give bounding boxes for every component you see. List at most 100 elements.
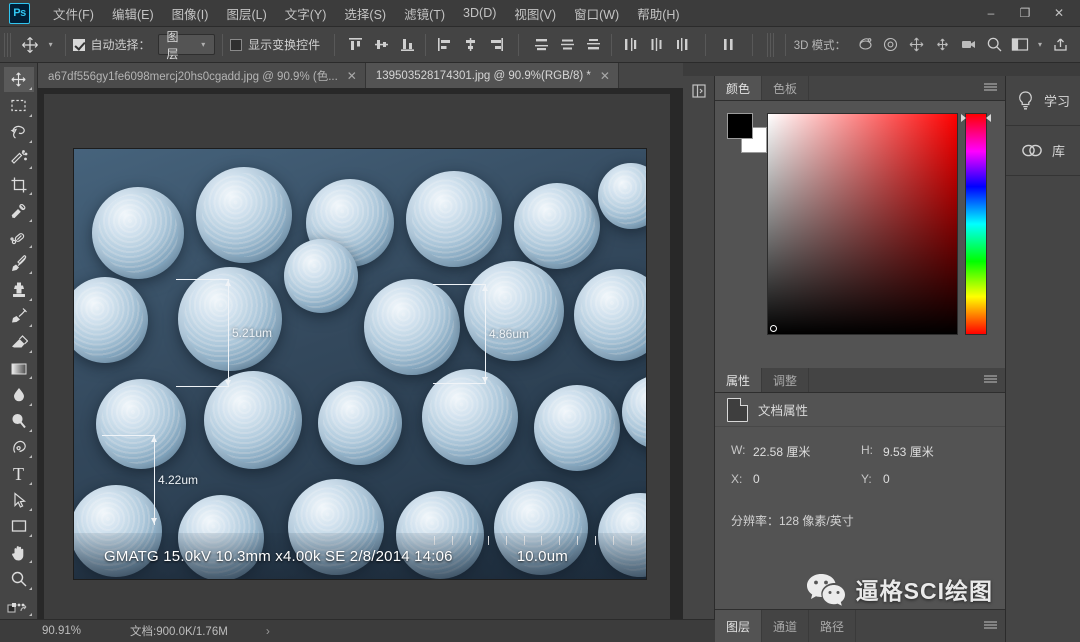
- align-left-edges-icon[interactable]: [431, 33, 457, 57]
- blur-tool[interactable]: [4, 382, 34, 407]
- pen-tool[interactable]: [4, 435, 34, 460]
- path-selection-tool[interactable]: [4, 488, 34, 513]
- share-icon[interactable]: [1047, 33, 1073, 57]
- canvas-area[interactable]: 5.21um 4.86um 4.22um GMATG 15.0kV 10.3mm…: [38, 88, 683, 619]
- auto-select-option[interactable]: 自动选择：: [72, 36, 151, 53]
- panel-menu-icon[interactable]: [984, 621, 997, 631]
- align-right-edges-icon[interactable]: [483, 33, 509, 57]
- move-tool-icon[interactable]: [16, 32, 44, 58]
- distribute-spacing-icon[interactable]: [716, 33, 742, 57]
- align-horizontal-centers-icon[interactable]: [457, 33, 483, 57]
- history-brush-tool[interactable]: [4, 304, 34, 329]
- chevron-down-icon[interactable]: ▾: [1033, 40, 1047, 49]
- color-swatches[interactable]: [727, 113, 767, 153]
- align-vertical-centers-icon[interactable]: [368, 33, 394, 57]
- lasso-tool[interactable]: [4, 120, 34, 145]
- options-bar-grip[interactable]: [4, 32, 13, 57]
- tab-paths[interactable]: 路径: [809, 610, 857, 642]
- distribute-horizontal-centers-icon[interactable]: [643, 33, 669, 57]
- gradient-tool[interactable]: [4, 356, 34, 381]
- tab-swatches[interactable]: 色板: [762, 76, 810, 100]
- distribute-top-edges-icon[interactable]: [528, 33, 554, 57]
- color-picker-marker[interactable]: [770, 325, 777, 332]
- distribute-vertical-centers-icon[interactable]: [554, 33, 580, 57]
- menu-file[interactable]: 文件(F): [44, 0, 103, 27]
- distribute-bottom-edges-icon[interactable]: [580, 33, 606, 57]
- properties-row-size: W: 22.58 厘米 H: 9.53 厘米: [715, 443, 1005, 460]
- camera-3d-icon[interactable]: [955, 33, 981, 57]
- rectangular-marquee-tool[interactable]: [4, 93, 34, 118]
- document-tab-1[interactable]: a67df556gy1fe6098mercj20hs0cgadd.jpg @ 9…: [38, 63, 366, 88]
- auto-select-dropdown[interactable]: 图层 ▾: [157, 30, 216, 61]
- menu-window[interactable]: 窗口(W): [565, 0, 628, 27]
- menu-help[interactable]: 帮助(H): [628, 0, 688, 27]
- dodge-tool[interactable]: [4, 409, 34, 434]
- rail-item-libraries[interactable]: 库: [1006, 126, 1080, 176]
- align-bottom-edges-icon[interactable]: [394, 33, 420, 57]
- menu-edit[interactable]: 编辑(E): [103, 0, 163, 27]
- auto-select-checkbox[interactable]: [72, 39, 85, 51]
- close-button[interactable]: ✕: [1042, 2, 1076, 24]
- menu-type[interactable]: 文字(Y): [276, 0, 336, 27]
- tab-properties[interactable]: 属性: [715, 368, 763, 392]
- menu-image[interactable]: 图像(I): [163, 0, 218, 27]
- roll-3d-icon[interactable]: [878, 33, 904, 57]
- distribute-right-edges-icon[interactable]: [669, 33, 695, 57]
- orbit-3d-icon[interactable]: [852, 33, 878, 57]
- menu-3d[interactable]: 3D(D): [454, 2, 505, 24]
- healing-brush-tool[interactable]: [4, 225, 34, 250]
- y-field[interactable]: Y: 0: [861, 472, 991, 486]
- color-panel: [715, 101, 1005, 368]
- quick-selection-tool[interactable]: [4, 146, 34, 171]
- document-tab-2[interactable]: 139503528174301.jpg @ 90.9%(RGB/8) * ✕: [365, 63, 619, 88]
- eyedropper-tool[interactable]: [4, 198, 34, 223]
- rectangle-tool[interactable]: [4, 514, 34, 539]
- zoom-tool[interactable]: [4, 566, 34, 591]
- status-expand-icon[interactable]: ›: [266, 624, 270, 638]
- tool-preset-chevron-icon[interactable]: ▾: [44, 40, 58, 49]
- menu-view[interactable]: 视图(V): [505, 0, 565, 27]
- maximize-button[interactable]: ❐: [1008, 2, 1042, 24]
- expand-panels-icon[interactable]: [683, 76, 715, 106]
- hue-slider[interactable]: [961, 113, 991, 335]
- panel-menu-icon[interactable]: [984, 375, 997, 385]
- panel-menu-icon[interactable]: [984, 83, 997, 93]
- slide-3d-icon[interactable]: [929, 33, 955, 57]
- clone-stamp-tool[interactable]: [4, 277, 34, 302]
- sem-image[interactable]: 5.21um 4.86um 4.22um GMATG 15.0kV 10.3mm…: [74, 149, 646, 579]
- distribute-left-edges-icon[interactable]: [617, 33, 643, 57]
- close-icon[interactable]: ✕: [600, 69, 610, 83]
- width-field[interactable]: W: 22.58 厘米: [731, 443, 861, 460]
- crop-tool[interactable]: [4, 172, 34, 197]
- document-window[interactable]: 5.21um 4.86um 4.22um GMATG 15.0kV 10.3mm…: [44, 94, 670, 619]
- tab-layers[interactable]: 图层: [715, 610, 763, 642]
- show-transform-checkbox[interactable]: [230, 39, 243, 51]
- show-transform-option[interactable]: 显示变换控件: [230, 36, 320, 53]
- height-field[interactable]: H: 9.53 厘米: [861, 443, 991, 460]
- tab-adjustments[interactable]: 调整: [762, 368, 810, 392]
- brush-tool[interactable]: [4, 251, 34, 276]
- pan-3d-icon[interactable]: [904, 33, 930, 57]
- move-tool[interactable]: [3, 67, 34, 93]
- menu-select[interactable]: 选择(S): [335, 0, 395, 27]
- tab-channels[interactable]: 通道: [762, 610, 810, 642]
- tab-color[interactable]: 颜色: [715, 76, 763, 100]
- workspace-icon[interactable]: [1007, 33, 1033, 57]
- hand-tool[interactable]: [4, 540, 34, 565]
- foreground-color-swatch[interactable]: [727, 113, 753, 139]
- menu-filter[interactable]: 滤镜(T): [395, 0, 454, 27]
- align-top-edges-icon[interactable]: [342, 33, 368, 57]
- rail-item-learn[interactable]: 学习: [1006, 76, 1080, 126]
- options-secondary-grip[interactable]: [766, 32, 776, 57]
- properties-panel-tabs: 属性 调整: [715, 368, 1005, 393]
- divider: [784, 33, 786, 56]
- eraser-tool[interactable]: [4, 330, 34, 355]
- close-icon[interactable]: ✕: [347, 69, 357, 83]
- color-picker-field[interactable]: [767, 113, 958, 335]
- zoom-level[interactable]: 90.91%: [42, 625, 124, 637]
- menu-layer[interactable]: 图层(L): [217, 0, 275, 27]
- x-field[interactable]: X: 0: [731, 472, 861, 486]
- minimize-button[interactable]: –: [974, 2, 1008, 24]
- search-icon[interactable]: [981, 33, 1007, 57]
- type-tool[interactable]: T: [4, 461, 34, 486]
